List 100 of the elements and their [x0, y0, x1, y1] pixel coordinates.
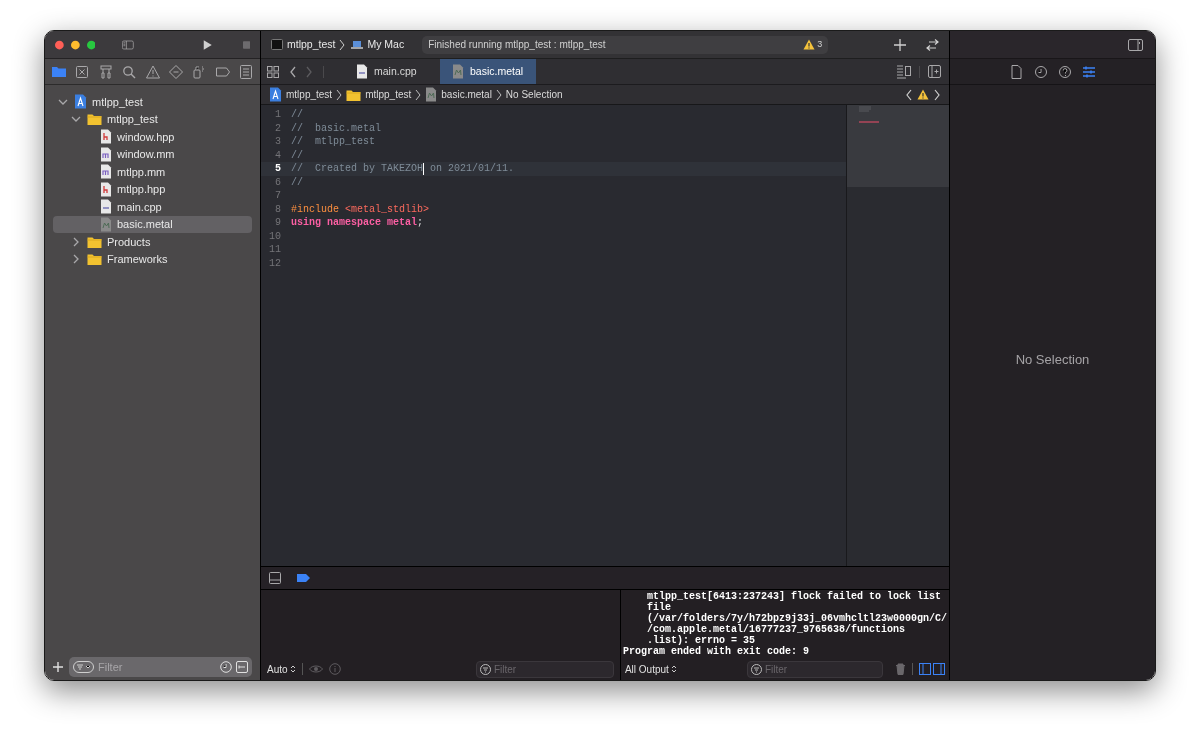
line-number: 3 [274, 135, 282, 150]
filter-bar[interactable]: Filter [746, 660, 883, 678]
warning-icon[interactable] [917, 89, 929, 100]
search-icon[interactable] [121, 63, 138, 80]
console-line: (/var/folders/7y/h72bpz9j33j_06vmhcltl23w0000gn/C/ [645, 613, 947, 624]
tree-item[interactable]: Products [53, 233, 252, 251]
filter-field[interactable]: Filter [764, 661, 879, 677]
tree-item[interactable]: Frameworks [53, 250, 252, 268]
source-file-icon [100, 146, 112, 162]
console-line: mtlpp_test[6413:237243] flock failed to lock list [645, 591, 942, 602]
warning-icon[interactable] [803, 39, 816, 50]
tree-item[interactable]: mtlpp.mm [53, 163, 252, 181]
scope-selector[interactable]: Auto [267, 661, 296, 677]
scm-filter-icon[interactable] [236, 661, 248, 673]
editor-tab[interactable]: basic.metal [440, 59, 536, 84]
info-icon[interactable] [328, 663, 341, 675]
line-number: 8 [274, 202, 282, 217]
eye-icon[interactable] [308, 664, 323, 674]
document-icon[interactable] [1008, 63, 1025, 80]
empty-state-text: No Selection [1015, 350, 1090, 369]
window-control-icon[interactable] [55, 38, 64, 51]
next-issue-icon[interactable] [933, 88, 941, 101]
help-icon[interactable] [1056, 63, 1073, 80]
filter-bar[interactable]: Filter [475, 660, 614, 678]
tree-item[interactable]: mtlpp_test [53, 93, 252, 111]
clock-icon[interactable] [220, 661, 232, 673]
hierarchy-icon[interactable] [97, 63, 114, 80]
filter-bar[interactable]: Filter [69, 657, 252, 677]
console-line: file [645, 602, 671, 613]
filter-options-icon[interactable] [73, 661, 94, 673]
scheme-name[interactable]: mtlpp_test [287, 36, 336, 53]
filter-icon [479, 663, 491, 675]
clock-icon[interactable] [1032, 63, 1049, 80]
minimap-lines-drawing [859, 106, 879, 123]
swap-arrows-icon[interactable] [924, 38, 939, 51]
warning-count: 3 [817, 37, 823, 51]
separator-chevron-icon [495, 88, 502, 101]
code-line: // [291, 148, 303, 163]
code-line: // [291, 175, 303, 190]
sidebar-toggle-icon[interactable] [122, 38, 134, 51]
breakpoints-icon[interactable] [297, 574, 310, 582]
inspector-toggle-icon[interactable] [1128, 38, 1143, 51]
breadcrumb-item[interactable]: mtlpp_test [286, 87, 333, 102]
minimap-toggle-icon[interactable] [897, 64, 911, 79]
project-icon [74, 94, 87, 110]
metal-file-icon [100, 216, 112, 232]
window-control-icon[interactable] [86, 38, 96, 51]
code-line: using namespace metal; [291, 216, 424, 231]
line-number: 4 [274, 148, 282, 163]
square-x-icon[interactable] [74, 63, 91, 80]
line-number: 11 [268, 243, 282, 258]
code-line: // [291, 108, 303, 123]
line-number: 6 [274, 175, 282, 190]
header-file-icon [100, 181, 112, 197]
split-view-icon[interactable] [919, 663, 945, 675]
filter-field[interactable]: Filter [493, 661, 610, 677]
updown-arrow-icon [289, 665, 296, 673]
source-file-icon [356, 64, 368, 79]
run-destination[interactable]: My Mac [367, 36, 405, 53]
source-file-icon [100, 164, 112, 180]
line-number: 9 [274, 216, 282, 231]
tree-item[interactable]: mtlpp_test [53, 110, 252, 128]
line-number: 2 [274, 121, 282, 136]
tree-item[interactable]: window.hpp [53, 128, 252, 146]
laptop-icon[interactable] [351, 40, 364, 49]
tree-item[interactable]: mtlpp.hpp [53, 180, 252, 198]
code-line: #include <metal_stdlib> [291, 202, 430, 217]
line-number: 10 [268, 229, 282, 244]
add-icon[interactable] [53, 662, 63, 672]
add-editor-icon[interactable] [928, 65, 941, 78]
console-line: /com.apple.metal/16777237_9765638/functions [645, 624, 905, 635]
debug-area-toggle-icon[interactable] [269, 572, 281, 584]
window-control-icon[interactable] [70, 38, 80, 51]
filter-icon [750, 663, 762, 675]
updown-arrow-icon [670, 665, 677, 673]
editor-tab[interactable]: main.cpp [344, 59, 440, 84]
tree-item[interactable]: main.cpp [53, 198, 252, 216]
line-number: 5 [274, 162, 282, 177]
previous-issue-icon[interactable] [905, 88, 913, 101]
terminal-icon[interactable] [271, 39, 283, 50]
breadcrumb-item[interactable]: basic.metal [441, 87, 492, 102]
tree-item[interactable]: window.mm [53, 145, 252, 163]
metal-file-icon [452, 64, 464, 79]
line-number: 7 [274, 189, 282, 204]
grid-icon[interactable] [267, 65, 279, 78]
list-icon[interactable] [238, 63, 254, 80]
breadcrumb-item[interactable]: mtlpp_test [365, 87, 412, 102]
console-line: Program ended with exit code: 9 [622, 646, 810, 657]
filter-field[interactable]: Filter [98, 658, 216, 676]
breadcrumb-item[interactable]: No Selection [505, 87, 563, 102]
code-line: // basic.metal [291, 121, 381, 136]
trash-icon[interactable] [895, 663, 906, 675]
activity-view: Finished running mtlpp_test : mtlpp_test 3 [422, 35, 829, 54]
back-icon[interactable] [289, 65, 297, 78]
output-selector[interactable]: All Output [624, 661, 741, 677]
diamond-icon[interactable] [167, 63, 184, 80]
stop-icon[interactable] [242, 39, 250, 50]
tree-item[interactable]: basic.metal [53, 215, 252, 233]
console-line: .list): errno = 35 [645, 635, 755, 646]
add-icon[interactable] [894, 38, 906, 51]
